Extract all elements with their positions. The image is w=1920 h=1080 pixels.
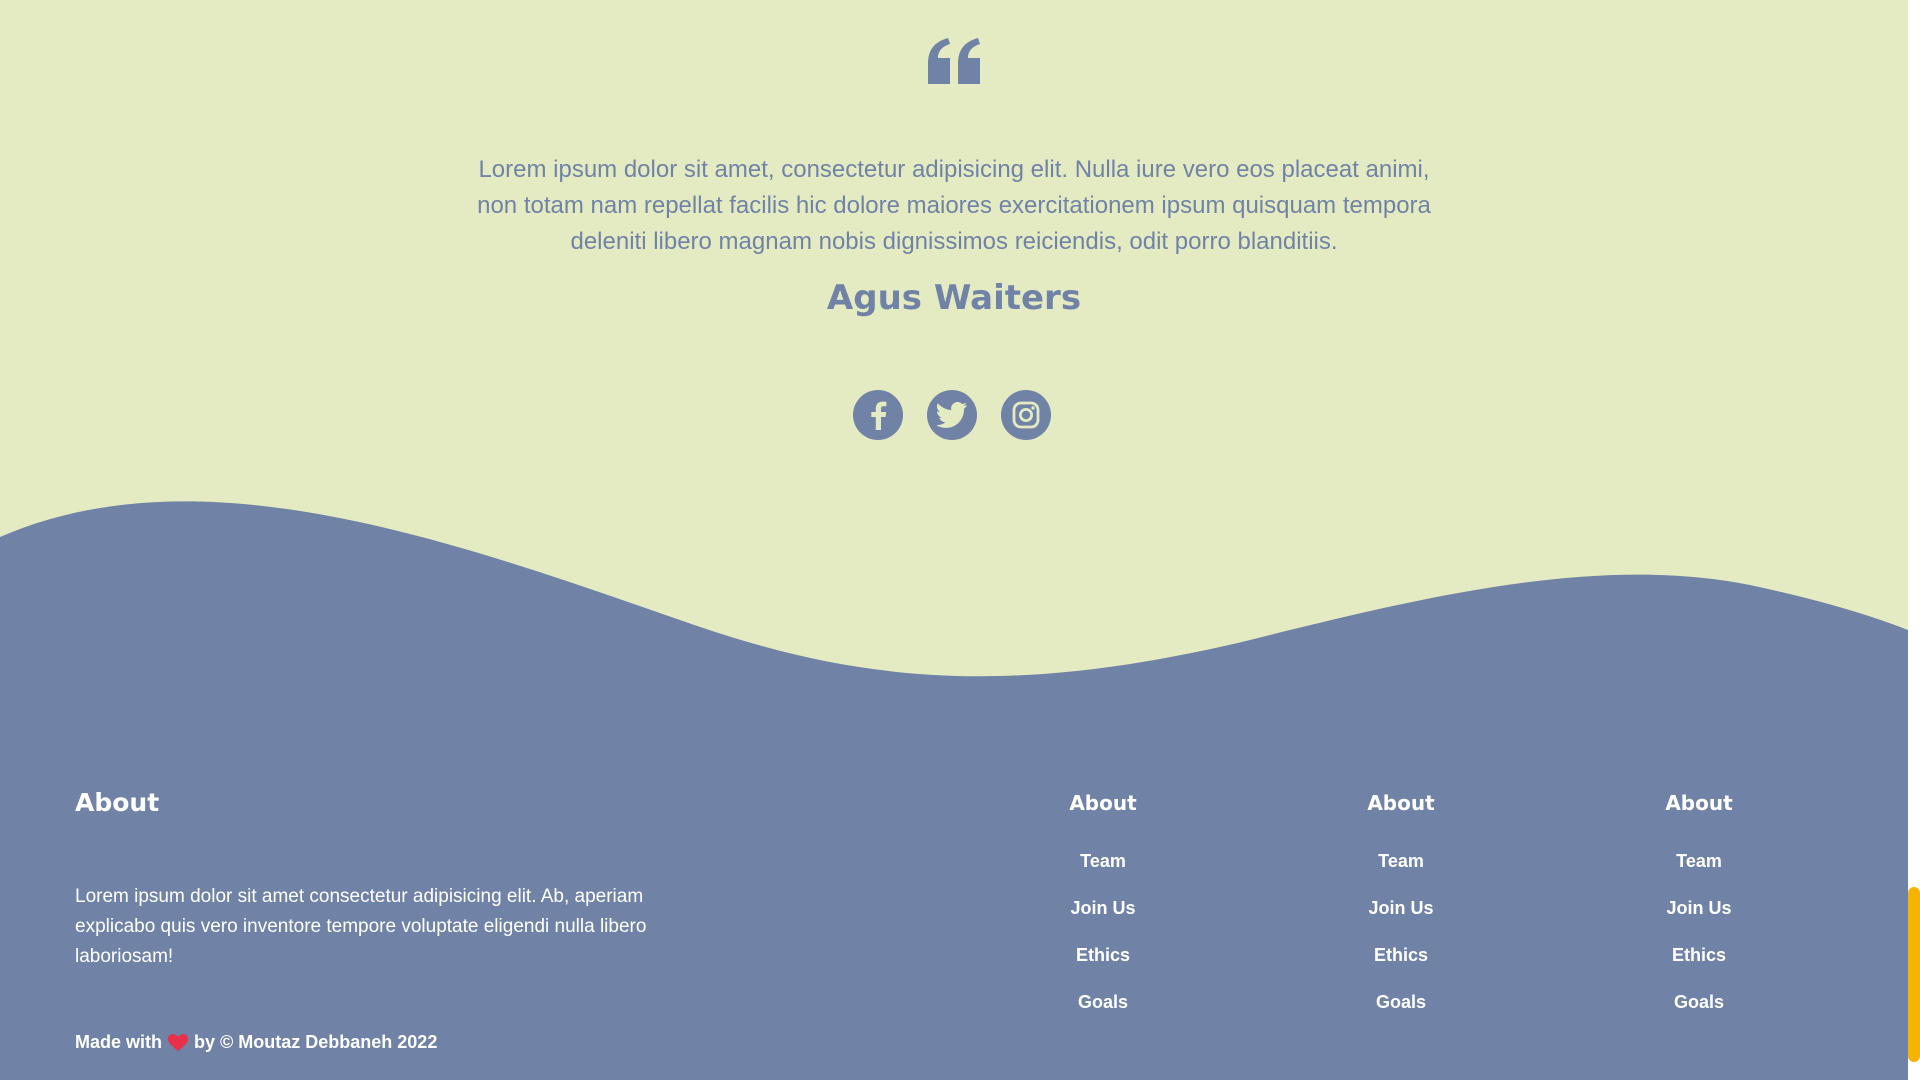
footer-link-ethics[interactable]: Ethics bbox=[1003, 932, 1203, 979]
footer-column-title: About bbox=[1665, 791, 1733, 815]
instagram-link[interactable] bbox=[1001, 390, 1051, 440]
scrollbar-thumb[interactable] bbox=[1908, 887, 1920, 1062]
footer-link-ethics[interactable]: Ethics bbox=[1599, 932, 1799, 979]
footer-about-text: Lorem ipsum dolor sit amet consectetur a… bbox=[75, 886, 647, 967]
heart-icon bbox=[168, 1033, 189, 1051]
made-with-suffix: by © Moutaz Debbaneh 2022 bbox=[194, 1032, 438, 1052]
testimonial-author: Agus Waiters bbox=[826, 278, 1082, 318]
quote-icon bbox=[928, 38, 980, 84]
footer-column-title: About bbox=[1367, 791, 1435, 815]
facebook-link[interactable] bbox=[853, 390, 903, 440]
instagram-icon bbox=[1012, 401, 1040, 429]
twitter-link[interactable] bbox=[927, 390, 977, 440]
footer-column-2: About Team Join Us Ethics Goals bbox=[1301, 788, 1501, 1026]
footer-link-goals[interactable]: Goals bbox=[1301, 979, 1501, 1026]
page: Lorem ipsum dolor sit amet, consectetur … bbox=[0, 0, 1908, 1080]
footer-column-1: About Team Join Us Ethics Goals bbox=[1003, 788, 1203, 1026]
footer-link-ethics[interactable]: Ethics bbox=[1301, 932, 1501, 979]
footer-link-team[interactable]: Team bbox=[1599, 838, 1799, 885]
scrollbar-track[interactable] bbox=[1908, 0, 1920, 1080]
wave-divider bbox=[0, 501, 1908, 700]
footer-link-join-us[interactable]: Join Us bbox=[1301, 885, 1501, 932]
footer-credit: Made with by © Moutaz Debbaneh 2022 bbox=[75, 1032, 437, 1053]
footer-column-title: About bbox=[1069, 791, 1137, 815]
footer-link-join-us[interactable]: Join Us bbox=[1003, 885, 1203, 932]
social-links bbox=[853, 390, 1051, 442]
footer-about-title: About bbox=[75, 788, 160, 817]
footer-link-team[interactable]: Team bbox=[1301, 838, 1501, 885]
footer-link-team[interactable]: Team bbox=[1003, 838, 1203, 885]
testimonial-text: Lorem ipsum dolor sit amet, consectetur … bbox=[477, 156, 1431, 255]
footer-link-goals[interactable]: Goals bbox=[1003, 979, 1203, 1026]
footer-link-goals[interactable]: Goals bbox=[1599, 979, 1799, 1026]
made-with-prefix: Made with bbox=[75, 1032, 163, 1052]
footer-link-join-us[interactable]: Join Us bbox=[1599, 885, 1799, 932]
facebook-icon bbox=[871, 401, 887, 430]
twitter-icon bbox=[937, 402, 967, 428]
footer-column-3: About Team Join Us Ethics Goals bbox=[1599, 788, 1799, 1026]
